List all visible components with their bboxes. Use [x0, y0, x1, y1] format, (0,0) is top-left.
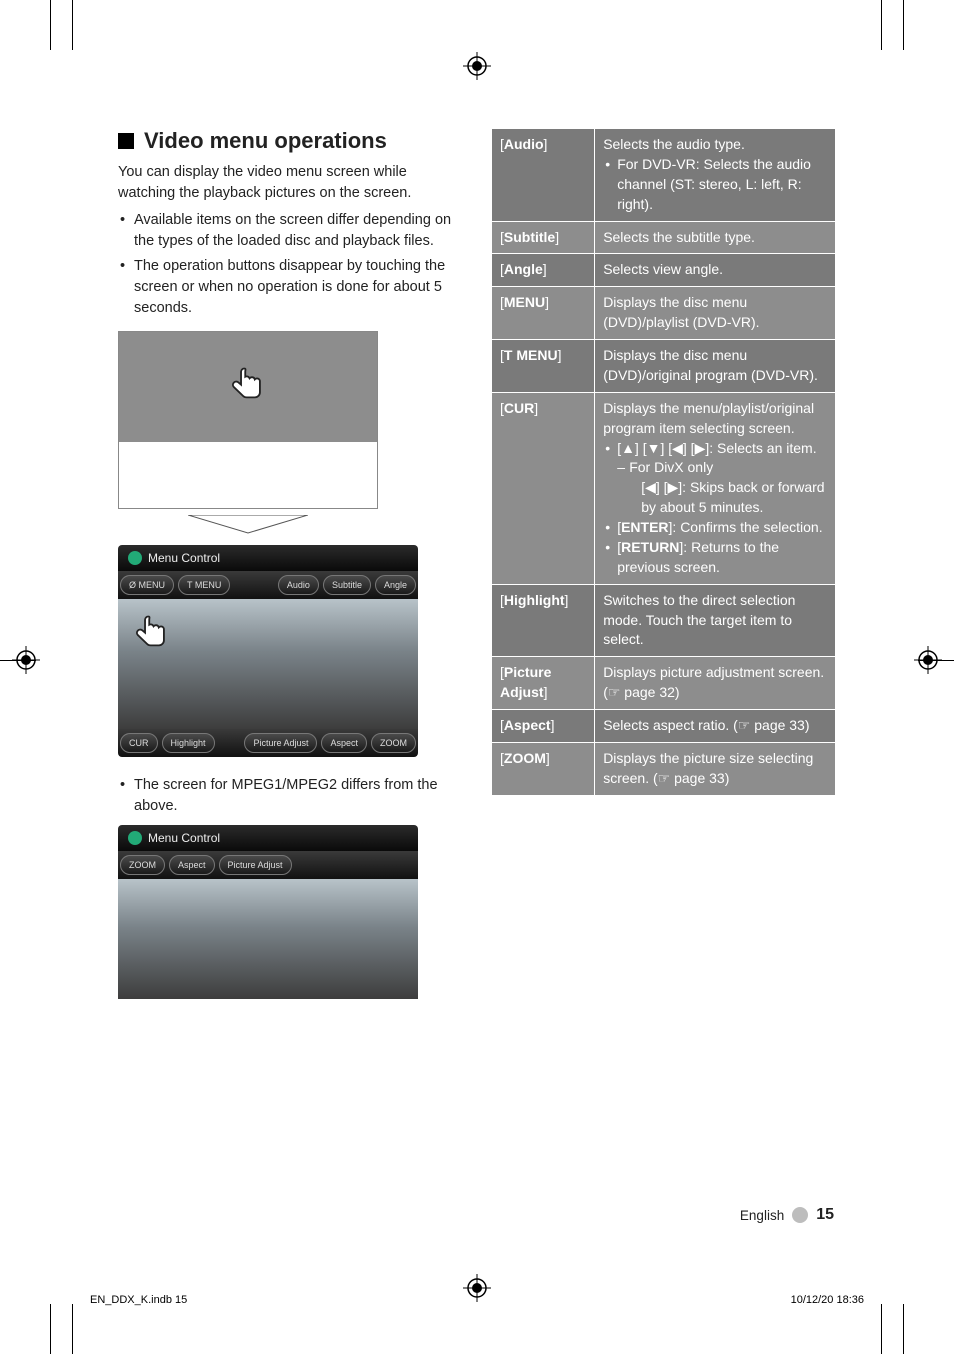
table-row: [MENU]Displays the disc menu (DVD)/playl… — [492, 287, 836, 340]
footer-language: English — [740, 1208, 784, 1223]
note-mpeg: The screen for MPEG1/MPEG2 differs from … — [118, 775, 463, 817]
option-label: [Picture Adjust] — [492, 657, 595, 710]
cropmark — [881, 1304, 882, 1354]
option-desc-line: Switches to the direct selection mode. T… — [603, 591, 827, 651]
section-heading: Video menu operations — [118, 128, 463, 154]
bullet-item: The operation buttons disappear by touch… — [118, 256, 463, 319]
pill-picture-adjust[interactable]: Picture Adjust — [219, 855, 292, 875]
page-dot-icon — [792, 1207, 808, 1223]
option-desc-line: Displays the menu/playlist/original prog… — [603, 399, 827, 439]
option-description: Selects the audio type.For DVD-VR: Selec… — [595, 129, 836, 222]
option-label: [CUR] — [492, 392, 595, 584]
cropmark — [50, 1304, 51, 1354]
page-footer: English 15 — [740, 1206, 834, 1224]
option-description: Displays the picture size selecting scre… — [595, 742, 836, 795]
table-row: [Audio]Selects the audio type.For DVD-VR… — [492, 129, 836, 222]
option-desc-line: [▲] [▼] [◀] [▶]: Selects an item. — [603, 439, 827, 459]
pill-angle[interactable]: Angle — [375, 575, 416, 595]
down-arrow-icon — [118, 509, 378, 545]
touch-finger-icon — [226, 363, 270, 412]
touch-finger-icon — [130, 611, 174, 658]
cropmark — [72, 1304, 73, 1354]
option-description: Selects view angle. — [595, 254, 836, 287]
option-description: Displays the disc menu (DVD)/original pr… — [595, 340, 836, 393]
table-row: [Angle] Selects view angle. — [492, 254, 836, 287]
option-desc-line: For DVD-VR: Selects the audio channel (S… — [603, 155, 827, 215]
figure-menu-control-mpeg: Menu Control ZOOM Aspect Picture Adjust — [118, 825, 418, 999]
print-footer: EN_DDX_K.indb 15 10/12/20 18:36 — [90, 1294, 864, 1306]
print-file-label: EN_DDX_K.indb 15 — [90, 1294, 187, 1306]
registration-mark-icon — [914, 646, 942, 674]
option-desc-line: Displays picture adjustment screen. (☞ p… — [603, 663, 827, 703]
gear-icon — [128, 831, 142, 845]
bullet-item: Available items on the screen differ dep… — [118, 210, 463, 252]
pill-omenu[interactable]: Ø MENU — [120, 575, 174, 595]
option-description: Switches to the direct selection mode. T… — [595, 584, 836, 657]
option-label: [Highlight] — [492, 584, 595, 657]
menu-options-table: [Audio]Selects the audio type.For DVD-VR… — [491, 128, 836, 796]
video-preview-bg — [118, 879, 418, 999]
print-timestamp: 10/12/20 18:36 — [791, 1294, 864, 1306]
option-description: Displays the menu/playlist/original prog… — [595, 392, 836, 584]
pill-zoom[interactable]: ZOOM — [371, 733, 416, 753]
option-label: [Subtitle] — [492, 221, 595, 254]
menu-control-title: Menu Control — [148, 551, 220, 565]
option-description: Selects the subtitle type. — [595, 221, 836, 254]
option-desc-line: Selects the audio type. — [603, 135, 827, 155]
pill-cur[interactable]: CUR — [120, 733, 158, 753]
option-desc-line: Displays the disc menu (DVD)/playlist (D… — [603, 293, 827, 333]
option-label: [Audio] — [492, 129, 595, 222]
pill-picture-adjust[interactable]: Picture Adjust — [244, 733, 317, 753]
table-row: [Subtitle] Selects the subtitle type. — [492, 221, 836, 254]
table-row: [Picture Adjust]Displays picture adjustm… — [492, 657, 836, 710]
option-label: [T MENU] — [492, 340, 595, 393]
option-desc-line: For DivX only — [603, 458, 827, 478]
option-desc-line: Displays the disc menu (DVD)/original pr… — [603, 346, 827, 386]
table-row: [Highlight]Switches to the direct select… — [492, 584, 836, 657]
table-row: [CUR]Displays the menu/playlist/original… — [492, 392, 836, 584]
option-desc-line: Selects the subtitle type. — [603, 228, 827, 248]
pill-audio[interactable]: Audio — [278, 575, 319, 595]
cropmark — [903, 0, 904, 50]
option-label: [Angle] — [492, 254, 595, 287]
section-heading-text: Video menu operations — [144, 128, 387, 154]
option-desc-line: [ENTER]: Confirms the selection. — [603, 518, 827, 538]
gear-icon — [128, 551, 142, 565]
figure-touch-screen — [118, 331, 378, 509]
option-desc-line: [◀] [▶]: Skips back or forward by about … — [603, 478, 827, 518]
option-desc-line: Displays the picture size selecting scre… — [603, 749, 827, 789]
registration-mark-icon — [12, 646, 40, 674]
option-description: Displays picture adjustment screen. (☞ p… — [595, 657, 836, 710]
pill-aspect[interactable]: Aspect — [169, 855, 215, 875]
table-row: [Aspect] Selects aspect ratio. (☞ page 33… — [492, 710, 836, 743]
option-desc-line: [RETURN]: Returns to the previous screen… — [603, 538, 827, 578]
table-row: [T MENU]Displays the disc menu (DVD)/ori… — [492, 340, 836, 393]
table-row: [ZOOM]Displays the picture size selectin… — [492, 742, 836, 795]
pill-highlight[interactable]: Highlight — [162, 733, 215, 753]
cropmark — [903, 1304, 904, 1354]
page-number: 15 — [816, 1206, 834, 1224]
cropmark — [72, 0, 73, 50]
pill-subtitle[interactable]: Subtitle — [323, 575, 371, 595]
option-desc-line: Selects aspect ratio. (☞ page 33) — [603, 716, 827, 736]
option-label: [Aspect] — [492, 710, 595, 743]
option-description: Displays the disc menu (DVD)/playlist (D… — [595, 287, 836, 340]
option-description: Selects aspect ratio. (☞ page 33) — [595, 710, 836, 743]
pill-aspect[interactable]: Aspect — [321, 733, 367, 753]
figure-menu-control: Menu Control Ø MENU T MENU Audio Subtitl… — [118, 545, 418, 757]
menu-control-title: Menu Control — [148, 831, 220, 845]
cropmark — [50, 0, 51, 50]
option-label: [MENU] — [492, 287, 595, 340]
cropmark — [881, 0, 882, 50]
option-desc-line: Selects view angle. — [603, 260, 827, 280]
intro-paragraph: You can display the video menu screen wh… — [118, 162, 463, 204]
square-bullet-icon — [118, 133, 134, 149]
pill-tmenu[interactable]: T MENU — [178, 575, 230, 595]
option-label: [ZOOM] — [492, 742, 595, 795]
registration-mark-icon — [463, 52, 491, 80]
pill-zoom[interactable]: ZOOM — [120, 855, 165, 875]
